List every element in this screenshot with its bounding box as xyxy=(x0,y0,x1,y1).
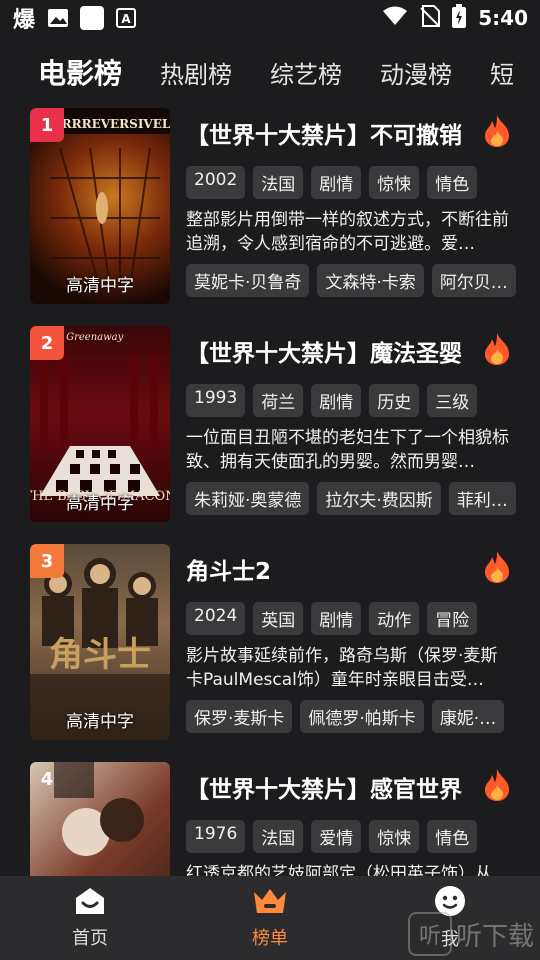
nav-chart[interactable]: 榜单 xyxy=(180,876,360,960)
actor-chip[interactable]: 莫妮卡·贝鲁奇 xyxy=(186,264,310,297)
tab-variety-chart[interactable]: 综艺榜 xyxy=(270,55,342,90)
nav-chart-label: 榜单 xyxy=(252,928,288,949)
quality-label: 高清中字 xyxy=(66,276,134,296)
app-notification-icon: 爆 xyxy=(12,8,35,33)
movie-description: 一位面目丑陋不堪的老妇生下了一个相貌标致、拥有天使面孔的男婴。然而男婴… xyxy=(186,428,509,472)
rank-badge: 4 xyxy=(40,768,54,790)
movie-title[interactable]: 【世界十大禁片】感官世界 xyxy=(186,770,486,804)
ranking-list: RRREVERSIVEL 1 高清中字 【世界十大禁片】不可撤销 2002 法国… xyxy=(0,108,540,876)
actor-chip[interactable]: 朱莉娅·奥蒙德 xyxy=(186,482,310,515)
list-item[interactable]: RRREVERSIVEL 1 高清中字 【世界十大禁片】不可撤销 2002 法国… xyxy=(30,108,520,304)
no-sim-icon xyxy=(420,4,441,32)
tag-genre[interactable]: 动作 xyxy=(369,602,420,635)
movie-title[interactable]: 【世界十大禁片】魔法圣婴 xyxy=(186,334,486,368)
tag-genre[interactable]: 剧情 xyxy=(311,384,362,417)
actor-row: 莫妮卡·贝鲁奇 文森特·卡索 阿尔贝… xyxy=(186,264,516,297)
tab-anime-chart[interactable]: 动漫榜 xyxy=(380,55,452,90)
tag-year[interactable]: 2002 xyxy=(186,166,246,199)
tag-genre[interactable]: 爱情 xyxy=(311,820,362,853)
tag-region[interactable]: 英国 xyxy=(253,602,304,635)
text-a-icon: A xyxy=(114,6,138,30)
tag-genre[interactable]: 情色 xyxy=(427,820,478,853)
tag-genre[interactable]: 惊悚 xyxy=(369,166,420,199)
fire-icon xyxy=(482,114,512,148)
actor-chip[interactable]: 康妮·… xyxy=(431,700,505,733)
tag-row: 2024 英国 剧情 动作 冒险 xyxy=(186,602,478,635)
watermark: 听 听下载 xyxy=(407,912,534,956)
fire-icon xyxy=(482,550,512,584)
poster-title-text: 角斗士 xyxy=(49,635,151,675)
fire-icon xyxy=(482,332,512,366)
list-item[interactable]: 4 【世界十大禁片】感官世界 1976 法国 爱情 惊悚 情色 红透京都的艺妓阿… xyxy=(30,762,520,876)
tag-year[interactable]: 1976 xyxy=(186,820,246,853)
poster-title-text: RRREVERSIVEL xyxy=(62,117,170,131)
crown-icon xyxy=(252,886,288,920)
tag-row: 2002 法国 剧情 惊悚 情色 xyxy=(186,166,478,199)
tag-year[interactable]: 1993 xyxy=(186,384,246,417)
poster-image[interactable]: 4 xyxy=(30,762,170,876)
tag-year[interactable]: 2024 xyxy=(186,602,246,635)
movie-title[interactable]: 角斗士2 xyxy=(186,552,486,586)
actor-chip[interactable]: 拉尔夫·费因斯 xyxy=(317,482,441,515)
status-bar: 爆 A 5:40 xyxy=(0,0,540,36)
tag-row: 1993 荷兰 剧情 历史 三级 xyxy=(186,384,478,417)
rank-badge: 2 xyxy=(30,326,64,360)
clock-time: 5:40 xyxy=(478,6,528,30)
fire-icon xyxy=(482,768,512,802)
quality-label: 高清中字 xyxy=(66,494,134,514)
svg-text:A: A xyxy=(121,12,131,26)
nav-home-label: 首页 xyxy=(72,928,108,949)
tab-movie-chart[interactable]: 电影榜 xyxy=(38,52,122,92)
movie-description: 整部影片用倒带一样的叙述方式，不断往前追溯，令人感到宿命的不可逃避。爱… xyxy=(186,210,509,254)
poster-image[interactable]: RRREVERSIVEL 1 高清中字 xyxy=(30,108,170,304)
list-item[interactable]: Peter Greenaway THE BABY OF MACON 2 高清中字… xyxy=(30,326,520,522)
tab-short-chart[interactable]: 短 xyxy=(490,55,514,90)
category-tabs: 电影榜 热剧榜 综艺榜 动漫榜 短 xyxy=(0,40,540,104)
actor-row: 朱莉娅·奥蒙德 拉尔夫·费因斯 菲利… xyxy=(186,482,516,515)
actor-chip[interactable]: 保罗·麦斯卡 xyxy=(186,700,293,733)
tag-genre[interactable]: 冒险 xyxy=(427,602,478,635)
battery-charging-icon xyxy=(452,3,467,33)
watermark-text: 听下载 xyxy=(455,921,534,952)
rank-badge: 3 xyxy=(30,544,64,578)
nav-home[interactable]: 首页 xyxy=(0,876,180,960)
watermark-logo-icon: 听 xyxy=(407,912,452,956)
actor-chip[interactable]: 文森特·卡索 xyxy=(317,264,424,297)
tag-genre[interactable]: 历史 xyxy=(369,384,420,417)
image-icon xyxy=(46,6,70,30)
list-item[interactable]: 角斗士 3 高清中字 角斗士2 2024 英国 剧情 动作 冒险 影片故事延续前… xyxy=(30,544,520,740)
wifi-icon xyxy=(382,6,408,31)
actor-chip[interactable]: 阿尔贝… xyxy=(431,264,516,297)
movie-title[interactable]: 【世界十大禁片】不可撤销 xyxy=(186,116,486,150)
quality-label: 高清中字 xyxy=(66,712,134,732)
tag-region[interactable]: 法国 xyxy=(253,166,304,199)
tab-drama-chart[interactable]: 热剧榜 xyxy=(160,55,232,90)
tag-genre[interactable]: 剧情 xyxy=(311,166,362,199)
movie-description: 影片故事延续前作，路奇乌斯（保罗·麦斯卡PaulMescal饰）童年时亲眼目击受… xyxy=(186,646,498,690)
actor-chip[interactable]: 菲利… xyxy=(448,482,516,515)
rank-badge: 1 xyxy=(30,108,64,142)
square-app-icon xyxy=(80,6,104,30)
poster-image[interactable]: Peter Greenaway THE BABY OF MACON 2 高清中字 xyxy=(30,326,170,522)
tag-genre[interactable]: 情色 xyxy=(427,166,478,199)
movie-description: 红透京都的艺妓阿部定（松田英子饰）从… xyxy=(186,864,509,876)
tag-region[interactable]: 荷兰 xyxy=(253,384,304,417)
tag-region[interactable]: 法国 xyxy=(253,820,304,853)
tag-genre[interactable]: 剧情 xyxy=(311,602,362,635)
home-smile-icon xyxy=(74,886,106,920)
tag-genre[interactable]: 三级 xyxy=(427,384,478,417)
actor-chip[interactable]: 佩德罗·帕斯卡 xyxy=(300,700,424,733)
actor-row: 保罗·麦斯卡 佩德罗·帕斯卡 康妮·… xyxy=(186,700,505,733)
tag-row: 1976 法国 爱情 惊悚 情色 xyxy=(186,820,478,853)
tag-genre[interactable]: 惊悚 xyxy=(369,820,420,853)
poster-image[interactable]: 角斗士 3 高清中字 xyxy=(30,544,170,740)
